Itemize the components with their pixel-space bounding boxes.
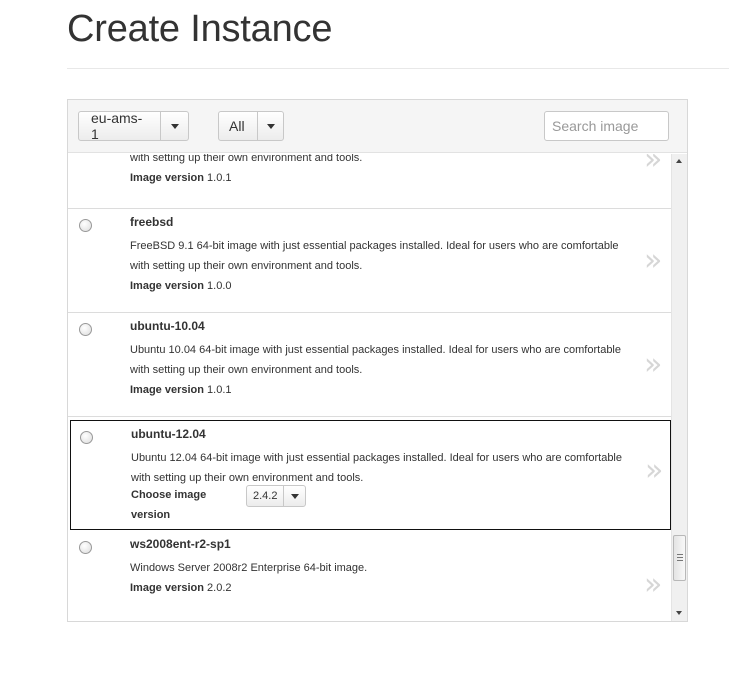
filter-dropdown[interactable]: All [218,111,284,141]
radio-button[interactable] [80,431,93,444]
chevron-right-icon[interactable]: » [644,246,662,276]
image-name: ws2008ent-r2-sp1 [130,537,231,551]
image-description: Ubuntu 12.04 64-bit image with just esse… [131,452,622,484]
region-dropdown-label: eu-ams-1 [91,110,143,142]
page-title: Create Instance [67,8,333,50]
scrollbar-thumb[interactable] [673,535,686,581]
chevron-right-icon[interactable]: » [645,456,663,486]
radio-button[interactable] [79,541,92,554]
chevron-right-icon[interactable]: » [644,350,662,380]
image-version-value: 1.0.1 [207,172,232,184]
filter-dropdown-label: All [229,118,245,134]
image-version-text: Image version 1.0.1 [130,172,232,184]
list-item[interactable]: with setting up their own environment an… [68,154,671,209]
image-selection-panel: eu-ams-1 All with setting up their own e… [67,99,688,622]
image-name: freebsd [130,215,174,229]
image-list: with setting up their own environment an… [68,154,671,621]
list-item[interactable]: ws2008ent-r2-sp1 Windows Server 2008r2 E… [68,531,671,621]
title-divider [67,68,729,69]
scroll-up-arrow-icon[interactable] [676,159,682,163]
image-version-value: 1.0.0 [207,280,232,292]
image-version-label: Image version [130,582,204,594]
chevron-right-icon[interactable]: » [644,154,662,175]
caret-down-icon [283,486,305,506]
caret-down-icon [257,112,283,140]
image-description: Ubuntu 10.04 64-bit image with just esse… [130,344,621,376]
image-version-label: Image version [130,280,204,292]
image-version-text: Image version 1.0.1 [130,384,232,396]
list-scrollbar[interactable] [671,154,687,621]
chevron-right-icon[interactable]: » [644,570,662,600]
image-description: Windows Server 2008r2 Enterprise 64-bit … [130,562,368,574]
image-version-dropdown[interactable]: 2.4.2 [246,485,307,507]
image-description: with setting up their own environment an… [130,154,363,164]
image-version-label: Image version [130,172,204,184]
image-version-value: 1.0.1 [207,384,232,396]
image-version-text: Image version 2.0.2 [130,582,232,594]
list-item[interactable]: ubuntu-10.04 Ubuntu 10.04 64-bit image w… [68,313,671,417]
image-name: ubuntu-12.04 [131,427,206,441]
image-version-dropdown-value: 2.4.2 [253,490,278,502]
radio-button[interactable] [79,323,92,336]
grip-icon [677,554,683,561]
radio-button[interactable] [79,219,92,232]
scroll-down-arrow-icon[interactable] [676,611,682,615]
search-image-input[interactable] [544,111,669,141]
list-item-selected[interactable]: ubuntu-12.04 Ubuntu 12.04 64-bit image w… [70,420,671,530]
image-name: ubuntu-10.04 [130,319,205,333]
image-description: FreeBSD 9.1 64-bit image with just essen… [130,240,619,272]
image-version-label: Image version [130,384,204,396]
image-version-value: 2.0.2 [207,582,232,594]
caret-down-icon [160,112,188,140]
image-version-text: Image version 1.0.0 [130,280,232,292]
region-dropdown[interactable]: eu-ams-1 [78,110,189,142]
toolbar: eu-ams-1 All [68,100,687,153]
choose-image-version-label: Choose image version [131,489,207,521]
list-item[interactable]: freebsd FreeBSD 9.1 64-bit image with ju… [68,209,671,313]
